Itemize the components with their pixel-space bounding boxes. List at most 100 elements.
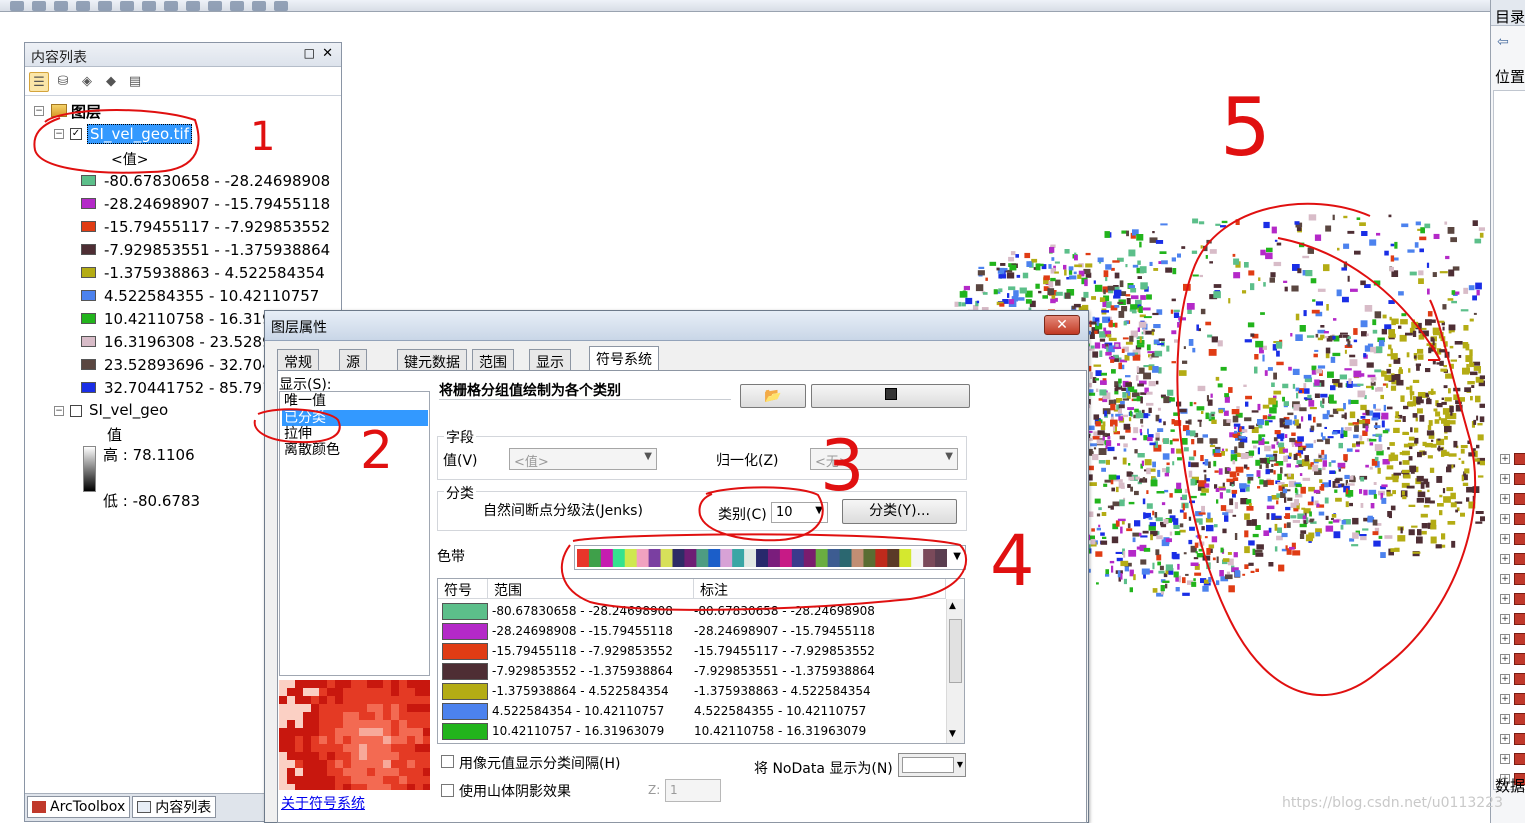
- class-symbol-swatch[interactable]: [442, 683, 488, 700]
- database-icon[interactable]: [1514, 613, 1525, 625]
- database-icon[interactable]: [1514, 453, 1525, 465]
- zoom-in-icon[interactable]: [10, 0, 24, 11]
- layer1-name[interactable]: SI_vel_geo.tif: [87, 124, 192, 144]
- expand-toggle[interactable]: +: [1500, 694, 1510, 704]
- identify-icon[interactable]: [208, 0, 222, 11]
- catalog-tree[interactable]: + + + + + + + + + + + + + + + + +: [1493, 90, 1525, 790]
- database-icon[interactable]: [1514, 533, 1525, 545]
- pointer-icon[interactable]: [186, 0, 200, 11]
- header-label[interactable]: 标注: [694, 579, 946, 599]
- normalize-combo[interactable]: <无> ▼: [810, 448, 958, 470]
- chevron-down-icon[interactable]: ▼: [949, 729, 956, 739]
- database-icon[interactable]: [1514, 473, 1525, 485]
- legend-class-row[interactable]: -80.67830658 - -28.24698908: [81, 169, 330, 192]
- tab-key-metadata[interactable]: 键元数据: [397, 349, 467, 371]
- tab-extent[interactable]: 范围: [472, 349, 514, 371]
- color-ramp-combo[interactable]: ▼: [574, 545, 966, 570]
- classes-combo[interactable]: 10 ▼: [771, 502, 828, 523]
- table-icon[interactable]: [274, 0, 288, 11]
- collapse-layer2-toggle[interactable]: −: [54, 406, 64, 416]
- renderer-unique-values[interactable]: 唯一值: [282, 393, 428, 409]
- close-icon[interactable]: ✕: [322, 46, 333, 61]
- tab-toc[interactable]: 内容列表: [132, 796, 217, 818]
- about-symbology-link-text[interactable]: 关于符号系统: [281, 796, 365, 812]
- legend-class-row[interactable]: -15.79455117 - -7.929853552: [81, 215, 330, 238]
- hillshade-checkbox[interactable]: [441, 784, 454, 797]
- database-icon[interactable]: [1514, 693, 1525, 705]
- class-symbol-swatch[interactable]: [442, 663, 488, 680]
- class-range-cell[interactable]: -1.375938864 - 4.522584354: [492, 684, 669, 698]
- tab-general[interactable]: 常规: [277, 349, 319, 371]
- header-range[interactable]: 范围: [488, 579, 694, 599]
- class-range-cell[interactable]: -80.67830658 - -28.24698908: [492, 604, 673, 618]
- scroll-thumb[interactable]: [949, 619, 962, 683]
- expand-toggle[interactable]: +: [1500, 654, 1510, 664]
- legend-swatch[interactable]: [81, 336, 96, 347]
- layer1-visibility-checkbox[interactable]: ✓: [70, 128, 82, 140]
- show-class-breaks-checkbox[interactable]: [441, 755, 454, 768]
- expand-toggle[interactable]: +: [1500, 714, 1510, 724]
- collapse-layers-toggle[interactable]: −: [34, 106, 44, 116]
- measure-icon[interactable]: [252, 0, 266, 11]
- table-row[interactable]: 10.42110757 - 16.31963079 10.42110758 - 1…: [438, 721, 948, 741]
- class-label-cell[interactable]: -15.79455117 - -7.929853552: [694, 644, 875, 658]
- database-icon[interactable]: [1514, 653, 1525, 665]
- z-factor-input[interactable]: 1: [665, 779, 721, 802]
- database-icon[interactable]: [1514, 753, 1525, 765]
- class-range-cell[interactable]: -7.929853552 - -1.375938864: [492, 664, 673, 678]
- legend-class-row[interactable]: 16.3196308 - 23.52893: [81, 330, 281, 353]
- renderer-list[interactable]: 唯一值 已分类 拉伸 离散颜色: [279, 391, 430, 676]
- database-icon[interactable]: [1514, 513, 1525, 525]
- class-symbol-swatch[interactable]: [442, 723, 488, 740]
- table-row[interactable]: 4.522584354 - 10.42110757 4.522584355 - 1…: [438, 701, 948, 721]
- tab-display[interactable]: 显示: [529, 349, 571, 371]
- back-arrow-icon[interactable]: ⇦: [1497, 34, 1509, 50]
- class-range-cell[interactable]: -28.24698908 - -15.79455118: [492, 624, 673, 638]
- full-extent-icon[interactable]: [76, 0, 90, 11]
- class-symbol-swatch[interactable]: [442, 603, 488, 620]
- about-symbology-link[interactable]: 关于符号系统: [281, 793, 365, 813]
- renderer-classified[interactable]: 已分类: [282, 410, 428, 426]
- class-range-cell[interactable]: -15.79455118 - -7.929853552: [492, 644, 673, 658]
- class-table[interactable]: 符号 范围 标注 -80.67830658 - -28.24698908 -80.…: [437, 578, 965, 744]
- class-symbol-swatch[interactable]: [442, 623, 488, 640]
- class-range-cell[interactable]: 4.522584354 - 10.42110757: [492, 704, 664, 718]
- legend-swatch[interactable]: [81, 198, 96, 209]
- tab-source[interactable]: 源: [339, 349, 367, 371]
- table-row[interactable]: -80.67830658 - -28.24698908 -80.67830658 …: [438, 601, 948, 621]
- fixed-zoom-icon[interactable]: [98, 0, 112, 11]
- forward-icon[interactable]: [142, 0, 156, 11]
- layer2-name[interactable]: SI_vel_geo: [89, 401, 168, 419]
- class-range-cell[interactable]: 10.42110757 - 16.31963079: [492, 724, 664, 738]
- layer2-visibility-checkbox[interactable]: [70, 405, 82, 417]
- expand-toggle[interactable]: +: [1500, 454, 1510, 464]
- legend-swatch[interactable]: [81, 221, 96, 232]
- renderer-stretched[interactable]: 拉伸: [282, 426, 428, 442]
- collapse-layer1-toggle[interactable]: −: [54, 129, 64, 139]
- table-row[interactable]: -15.79455118 - -7.929853552 -15.79455117 …: [438, 641, 948, 661]
- classify-button[interactable]: 分类(Y)...: [842, 499, 957, 524]
- database-icon[interactable]: [1514, 633, 1525, 645]
- class-label-cell[interactable]: -80.67830658 - -28.24698908: [694, 604, 875, 618]
- legend-swatch[interactable]: [81, 382, 96, 393]
- legend-swatch[interactable]: [81, 290, 96, 301]
- expand-toggle[interactable]: +: [1500, 534, 1510, 544]
- expand-toggle[interactable]: +: [1500, 574, 1510, 584]
- chevron-up-icon[interactable]: ▲: [949, 601, 956, 611]
- expand-toggle[interactable]: +: [1500, 494, 1510, 504]
- save-button[interactable]: [811, 384, 970, 408]
- pan-icon[interactable]: [54, 0, 68, 11]
- header-symbol[interactable]: 符号: [438, 579, 488, 599]
- expand-toggle[interactable]: +: [1500, 614, 1510, 624]
- database-icon[interactable]: [1514, 493, 1525, 505]
- table-row[interactable]: -7.929853552 - -1.375938864 -7.929853551 …: [438, 661, 948, 681]
- database-icon[interactable]: [1514, 593, 1525, 605]
- expand-toggle[interactable]: +: [1500, 734, 1510, 744]
- table-row[interactable]: -28.24698908 - -15.79455118 -28.24698907 …: [438, 621, 948, 641]
- close-icon[interactable]: ✕: [1044, 315, 1080, 335]
- legend-swatch[interactable]: [81, 175, 96, 186]
- legend-swatch[interactable]: [81, 313, 96, 324]
- legend-class-row[interactable]: 32.70441752 - 85.7911: [81, 376, 281, 399]
- find-icon[interactable]: [230, 0, 244, 11]
- legend-class-row[interactable]: -28.24698907 - -15.79455118: [81, 192, 330, 215]
